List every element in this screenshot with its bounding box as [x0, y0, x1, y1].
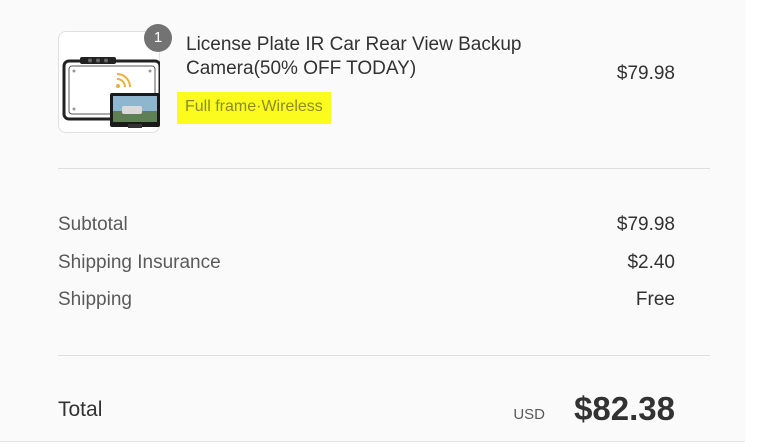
product-variant: Full frame·Wireless — [177, 92, 331, 124]
total-amount: $82.38 — [574, 390, 675, 427]
product-thumbnail — [58, 31, 160, 133]
subtotal-value: $79.98 — [616, 214, 675, 235]
quantity-badge: 1 — [144, 24, 172, 52]
total-label: Total — [58, 398, 103, 421]
shipping-insurance-value: $2.40 — [627, 252, 675, 273]
divider — [58, 355, 710, 356]
shipping-insurance-label: Shipping Insurance — [58, 252, 221, 273]
shipping-label: Shipping — [58, 289, 132, 310]
product-name: License Plate IR Car Rear View Backup Ca… — [186, 34, 522, 79]
product-price: $79.98 — [616, 63, 675, 84]
total-currency: USD — [513, 406, 545, 423]
license-plate-camera-icon — [62, 57, 160, 128]
shipping-value: Free — [635, 289, 675, 310]
subtotal-label: Subtotal — [58, 214, 128, 235]
order-summary-panel: 1 License Plate IR Car Rear View Backup … — [0, 0, 745, 442]
divider — [58, 168, 710, 169]
